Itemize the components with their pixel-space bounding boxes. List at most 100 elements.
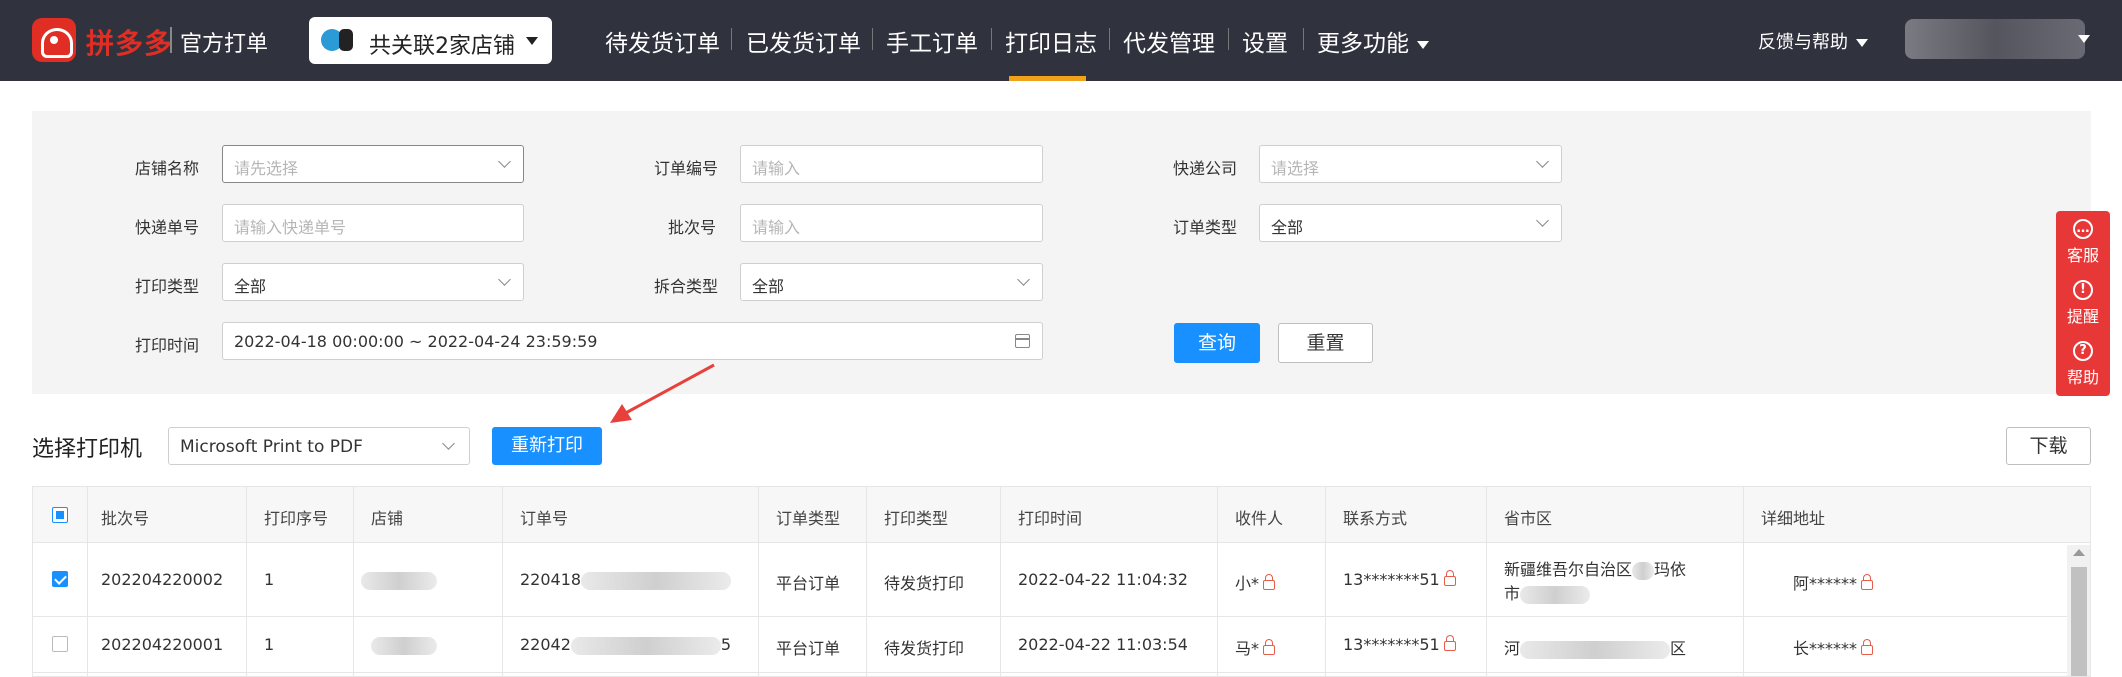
address-cell: 长******: [1793, 635, 1874, 659]
feedback-help-label: 反馈与帮助: [1758, 32, 1848, 53]
col-receiver: 收件人: [1235, 509, 1284, 528]
print-time-range-picker[interactable]: 2022-04-18 00:00:00 ~ 2022-04-24 23:59:5…: [222, 322, 1043, 360]
lock-icon[interactable]: [1263, 639, 1276, 655]
query-button[interactable]: 查询: [1174, 323, 1260, 363]
nav-manual-orders[interactable]: 手工订单: [886, 24, 978, 58]
print-type-select[interactable]: 全部: [222, 263, 524, 301]
row-checkbox[interactable]: [52, 571, 68, 587]
nav-shipped-orders[interactable]: 已发货订单: [746, 24, 861, 58]
print-time-cell: 2022-04-22 11:04:32: [1018, 570, 1188, 589]
order-no-prefix: 22042: [520, 635, 571, 654]
table-row[interactable]: 202204220001 1 22042 5 平台订单 待发货打印 2022-04…: [33, 617, 2090, 673]
region-tail: 区: [1670, 639, 1687, 658]
redacted-region: [1632, 561, 1655, 580]
scroll-up-arrow-icon[interactable]: [2073, 549, 2085, 556]
nav-settings[interactable]: 设置: [1242, 24, 1288, 58]
filter-panel: 店铺名称 请先选择 订单编号 请输入 快递公司 请选择 快递单号 请输入快递单号…: [32, 111, 2091, 394]
download-button[interactable]: 下载: [2006, 427, 2091, 465]
batch-no-cell: 202204220001: [101, 635, 224, 654]
help-label: 帮助: [2066, 368, 2099, 387]
redacted-order-no: [581, 571, 732, 590]
nav-divider: [1109, 28, 1110, 50]
region-cell: 新疆维吾尔自治区 玛依: [1504, 556, 1686, 580]
print-seq-cell: 1: [264, 570, 275, 589]
annotation-arrow-icon: [610, 363, 715, 423]
user-account-avatar[interactable]: [1905, 19, 2085, 59]
print-log-table: 批次号 打印序号 店铺 订单号 订单类型 打印类型 打印时间 收件人 联系方式 …: [32, 486, 2091, 677]
col-batch-no: 批次号: [101, 509, 150, 528]
redacted-shop: [371, 636, 437, 655]
chat-icon: …: [2073, 219, 2093, 239]
reminder-button[interactable]: ! 提醒: [2056, 280, 2110, 327]
caret-down-icon: [1417, 40, 1429, 49]
col-print-type: 打印类型: [884, 509, 949, 528]
select-all-checkbox[interactable]: [52, 507, 68, 523]
receiver-cell: 小*: [1235, 570, 1276, 594]
batch-no-input[interactable]: 请输入: [740, 204, 1043, 242]
express-company-label: 快递公司: [1173, 159, 1238, 178]
shop-cell: [361, 570, 437, 590]
region-cell: 河区: [1504, 635, 1686, 659]
order-no-suffix: 5: [720, 635, 732, 654]
order-no-label: 订单编号: [654, 159, 719, 178]
receiver-cell: 马*: [1235, 635, 1276, 659]
lock-icon[interactable]: [1263, 574, 1276, 590]
alert-icon: !: [2073, 280, 2093, 300]
calendar-icon: [1015, 334, 1030, 348]
region-line1: 新疆维吾尔自治区: [1504, 560, 1633, 579]
nav-divider: [991, 28, 992, 50]
order-no-cell: 22042 5: [520, 635, 731, 655]
table-scrollbar-thumb[interactable]: [2071, 567, 2087, 676]
lock-icon[interactable]: [1443, 570, 1456, 586]
lock-icon[interactable]: [1861, 574, 1874, 590]
reset-button[interactable]: 重置: [1278, 323, 1373, 363]
col-order-type: 订单类型: [776, 509, 841, 528]
lock-icon[interactable]: [1443, 635, 1456, 651]
reprint-button[interactable]: 重新打印: [492, 427, 602, 465]
user-menu-caret-icon[interactable]: [2078, 35, 2090, 43]
printer-select-label: 选择打印机: [32, 437, 143, 462]
row-checkbox[interactable]: [52, 636, 68, 652]
tracking-no-label: 快递单号: [135, 218, 200, 237]
order-no-prefix: 220418: [520, 570, 582, 589]
nav-divider: [1303, 28, 1304, 50]
order-no-cell: 220418: [520, 570, 732, 590]
nav-more-features[interactable]: 更多功能: [1317, 24, 1429, 58]
nav-dropship-management[interactable]: 代发管理: [1123, 24, 1215, 58]
receiver-value: 小*: [1235, 574, 1260, 593]
phone-value: 13*******51: [1343, 570, 1440, 589]
col-region: 省市区: [1504, 509, 1553, 528]
order-type-cell: 平台订单: [776, 574, 841, 593]
phone-cell: 13*******51: [1343, 570, 1456, 589]
shop-name-select[interactable]: 请先选择: [222, 145, 524, 183]
lock-icon[interactable]: [1861, 639, 1874, 655]
batch-no-label: 批次号: [668, 218, 717, 237]
region-line1: 河: [1504, 639, 1521, 658]
feedback-help-menu[interactable]: 反馈与帮助: [1758, 28, 1868, 54]
split-merge-type-select[interactable]: 全部: [740, 263, 1043, 301]
caret-down-icon: [1856, 39, 1868, 47]
col-contact: 联系方式: [1343, 509, 1408, 528]
address-value: 长******: [1793, 639, 1858, 658]
redacted-order-no: [570, 636, 721, 655]
table-header: 批次号 打印序号 店铺 订单号 订单类型 打印类型 打印时间 收件人 联系方式 …: [33, 487, 2090, 543]
printer-select[interactable]: Microsoft Print to PDF: [168, 427, 470, 465]
col-address: 详细地址: [1761, 509, 1826, 528]
order-no-input[interactable]: 请输入: [740, 145, 1043, 183]
express-company-select[interactable]: 请选择: [1259, 145, 1562, 183]
nav-print-log[interactable]: 打印日志: [1005, 24, 1097, 58]
nav-active-indicator: [1009, 76, 1086, 81]
table-row[interactable]: 202204220002 1 220418 平台订单 待发货打印 2022-04…: [33, 544, 2090, 617]
nav-pending-orders[interactable]: 待发货订单: [605, 24, 720, 58]
shop-selector-label: 共关联2家店铺: [369, 34, 515, 59]
help-button[interactable]: ? 帮助: [2056, 341, 2110, 388]
tracking-no-input[interactable]: 请输入快递单号: [222, 204, 524, 242]
print-time-range-value: 2022-04-18 00:00:00 ~ 2022-04-24 23:59:5…: [234, 332, 598, 351]
nav-divider: [872, 28, 873, 50]
redacted-region: [1520, 585, 1591, 604]
reminder-label: 提醒: [2066, 307, 2099, 326]
customer-service-button[interactable]: … 客服: [2056, 219, 2110, 266]
col-print-time: 打印时间: [1018, 509, 1083, 528]
order-type-select[interactable]: 全部: [1259, 204, 1562, 242]
shop-selector[interactable]: 共关联2家店铺: [309, 17, 552, 64]
